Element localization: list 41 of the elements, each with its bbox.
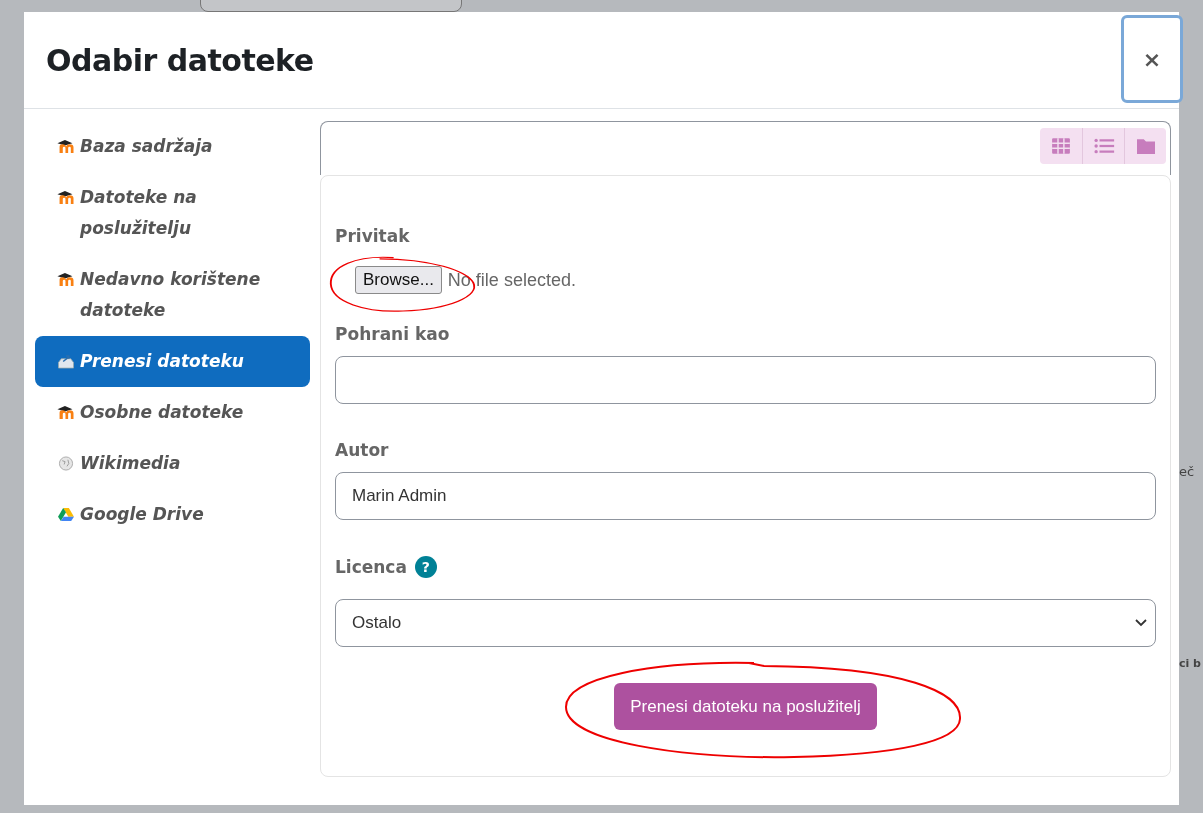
background-text: ci b — [1179, 657, 1202, 670]
list-icon — [1092, 137, 1115, 155]
sidebar-item-label: Osobne datoteke — [80, 401, 245, 424]
field-label: Autor — [335, 440, 390, 460]
upload-tray-icon — [56, 354, 76, 369]
help-icon[interactable]: ? — [414, 556, 437, 578]
sidebar-item-label: Datoteke na poslužitelju — [80, 186, 198, 240]
sidebar-item[interactable]: Osobne datoteke — [35, 387, 310, 438]
upload-button[interactable]: Prenesi datoteku na poslužitelj — [614, 683, 877, 730]
sidebar-item[interactable]: Nedavno korištene datoteke — [35, 254, 310, 336]
input-field[interactable] — [335, 356, 1156, 404]
folder-icon — [1134, 137, 1157, 155]
moodle-icon — [56, 405, 76, 420]
browse-button[interactable]: Browse... — [355, 266, 442, 294]
sidebar-item-label: Google Drive — [80, 503, 205, 526]
sidebar-item[interactable]: Prenesi datoteku — [35, 336, 310, 387]
file-status: No file selected. — [447, 269, 576, 291]
sidebar-item[interactable]: Baza sadržaja — [35, 121, 310, 172]
background-text: eč — [1179, 464, 1196, 479]
dialog-title: Odabir datoteke — [46, 42, 314, 78]
sidebar-item[interactable]: Google Drive — [35, 489, 310, 540]
sidebar-item-label: Nedavno korištene datoteke — [80, 268, 262, 322]
globe-icon — [56, 456, 76, 471]
moodle-icon — [56, 190, 76, 205]
sidebar-item[interactable]: Wikimedia — [35, 438, 310, 489]
field-label: Licenca — [335, 557, 407, 577]
field-label: Privitak — [335, 226, 411, 246]
drive-icon — [56, 507, 76, 522]
moodle-icon — [56, 272, 76, 287]
sidebar-item-label: Wikimedia — [80, 452, 182, 475]
grid-icon — [1051, 137, 1071, 155]
field-label: Pohrani kao — [335, 324, 451, 344]
select-value: Ostalo — [352, 613, 402, 633]
close-button[interactable]: × — [1121, 15, 1183, 103]
chevron-down-icon — [1135, 619, 1147, 627]
input-field[interactable]: Marin Admin — [335, 472, 1156, 520]
sidebar-item-label: Prenesi datoteku — [80, 350, 245, 373]
sidebar-item[interactable]: Datoteke na poslužitelju — [35, 172, 310, 254]
sidebar-item-label: Baza sadržaja — [80, 135, 214, 158]
moodle-icon — [56, 139, 76, 154]
select-field[interactable]: Ostalo — [335, 599, 1156, 647]
